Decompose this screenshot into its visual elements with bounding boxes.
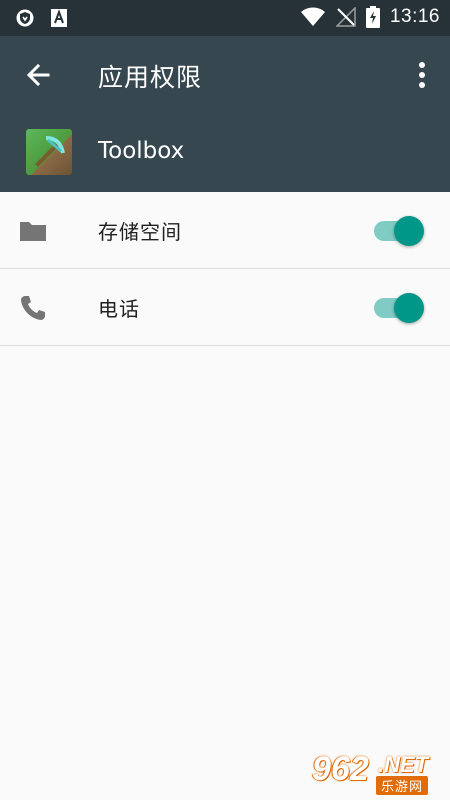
site-watermark: 962 .NET 乐游网 [312, 750, 444, 796]
phone-icon [21, 296, 45, 320]
phone-permission-toggle[interactable] [372, 292, 426, 324]
pickaxe-app-icon [26, 129, 72, 175]
wifi-icon [300, 7, 325, 26]
permission-label: 电话 [98, 297, 140, 321]
watermark-suffix: .NET [378, 752, 429, 777]
battery-charging-icon [365, 6, 380, 28]
toggle-thumb [394, 293, 424, 323]
back-button[interactable] [18, 55, 58, 95]
app-name: Toolbox [98, 138, 185, 164]
page-title: 应用权限 [98, 63, 203, 92]
vpn-shield-icon [16, 9, 34, 27]
no-signal-icon [335, 7, 356, 27]
permission-row-storage[interactable]: 存储空间 [0, 192, 450, 269]
more-vert-icon [419, 62, 425, 88]
folder-icon [20, 222, 46, 241]
permission-label: 存储空间 [98, 220, 182, 244]
arrow-back-icon [26, 63, 50, 87]
more-options-button[interactable] [410, 59, 434, 91]
app-header: Toolbox [0, 114, 450, 192]
watermark-site: 乐游网 [376, 776, 429, 795]
toolbar: 应用权限 [0, 36, 450, 114]
status-bar: 13:16 [0, 0, 450, 36]
watermark-number: 962 [312, 750, 369, 788]
clock: 13:16 [389, 6, 440, 27]
storage-permission-toggle[interactable] [372, 215, 426, 247]
font-a-icon [51, 9, 67, 27]
toggle-thumb [394, 216, 424, 246]
permission-row-phone[interactable]: 电话 [0, 269, 450, 346]
